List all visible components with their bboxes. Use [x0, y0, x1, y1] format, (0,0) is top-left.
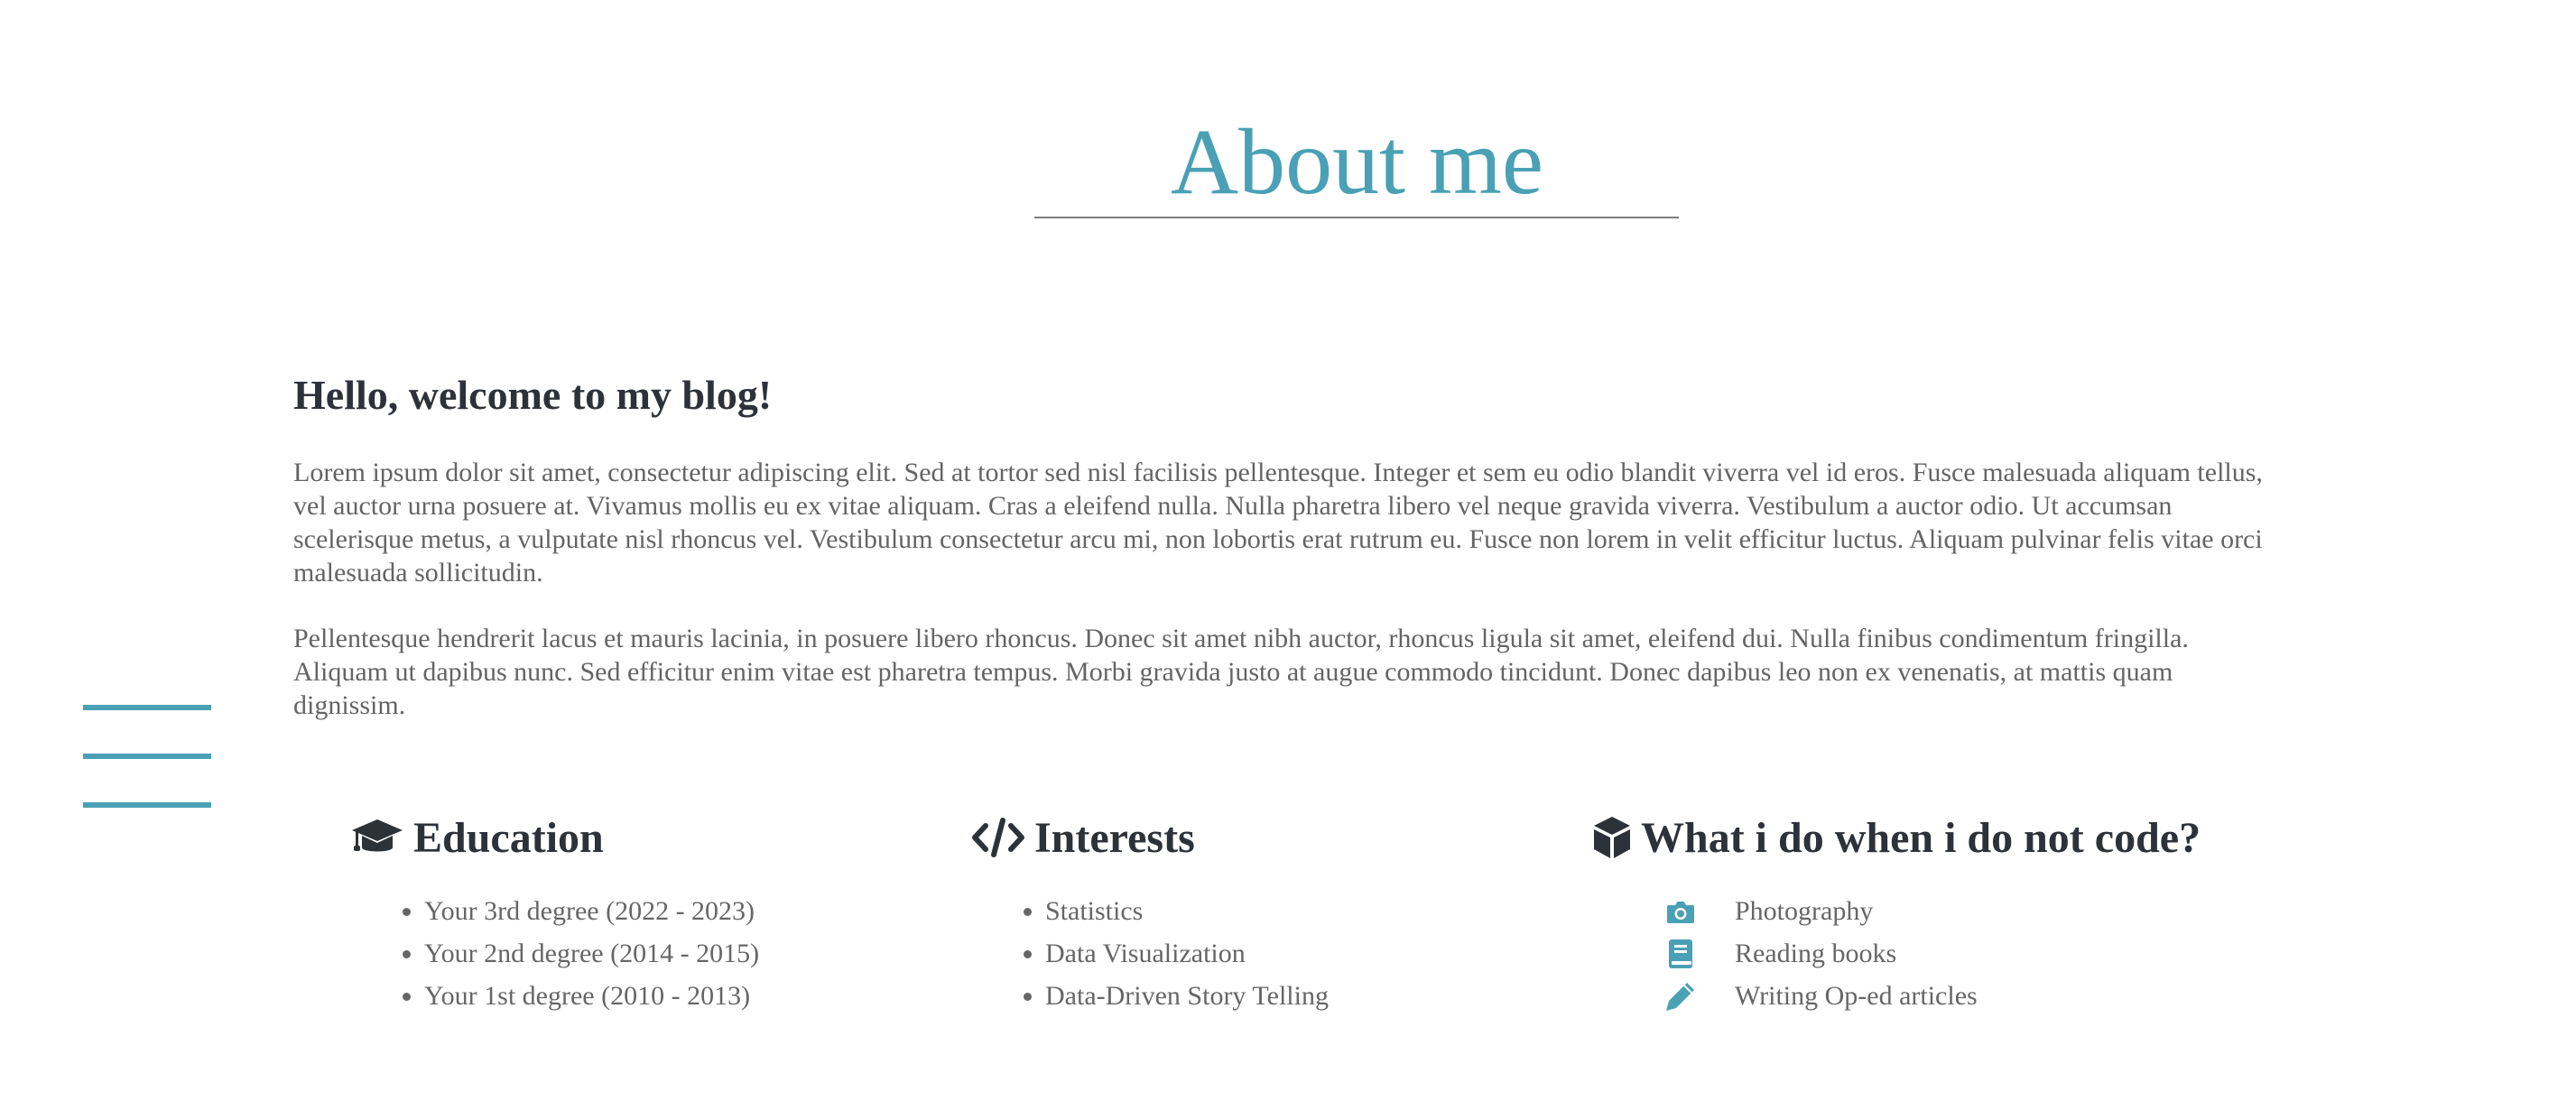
interests-title: Interests: [1034, 813, 1195, 862]
intro-paragraph: Lorem ipsum dolor sit amet, consectetur …: [293, 458, 2263, 588]
hobby-label: Reading books: [1735, 938, 1897, 968]
hobbies-list: Photography Reading books Writing Op-ed …: [1592, 890, 2201, 1017]
menu-bar-middle: [83, 754, 211, 759]
list-item: Your 2nd degree (2014 - 2015): [424, 932, 759, 975]
list-item: Data-Driven Story Telling: [1045, 975, 1329, 1017]
list-item: Photography: [1664, 890, 2201, 932]
hamburger-menu-icon[interactable]: [83, 705, 213, 813]
menu-bar-bottom: [83, 802, 211, 808]
pencil-icon: [1664, 981, 1697, 1012]
hobby-label: Writing Op-ed articles: [1735, 980, 1978, 1011]
list-item: Your 3rd degree (2022 - 2023): [424, 890, 759, 932]
book-icon: [1664, 939, 1697, 969]
menu-bar-top: [83, 705, 211, 710]
page-title: About me: [1170, 110, 1544, 214]
page-title-wrap: About me: [1034, 116, 1680, 209]
education-section: Education Your 3rd degree (2022 - 2023) …: [350, 809, 759, 1017]
list-item: Data Visualization: [1045, 932, 1329, 975]
camera-icon: [1664, 899, 1697, 924]
list-item: Writing Op-ed articles: [1664, 975, 2201, 1017]
intro-section: Hello, welcome to my blog! Lorem ipsum d…: [293, 370, 2270, 754]
list-item: Your 1st degree (2010 - 2013): [424, 975, 759, 1017]
interests-header: Interests: [971, 809, 1329, 866]
welcome-heading: Hello, welcome to my blog!: [293, 372, 773, 418]
list-item: Reading books: [1664, 932, 2201, 975]
education-list: Your 3rd degree (2022 - 2023) Your 2nd d…: [350, 890, 759, 1017]
hobby-label: Photography: [1735, 895, 1874, 926]
graduation-cap-icon: [350, 818, 404, 857]
intro-paragraph: Pellentesque hendrerit lacus et mauris l…: [293, 624, 2189, 721]
education-header: Education: [350, 809, 759, 866]
code-icon: [971, 817, 1025, 858]
interests-list: Statistics Data Visualization Data-Drive…: [971, 890, 1329, 1017]
cube-icon: [1592, 815, 1632, 860]
hobbies-header: What i do when i do not code?: [1592, 809, 2201, 866]
title-underline: [1034, 217, 1679, 218]
interests-section: Interests Statistics Data Visualization …: [971, 809, 1329, 1017]
page: About me Hello, welcome to my blog! Lore…: [0, 0, 2576, 1101]
education-title: Education: [413, 813, 604, 862]
hobbies-title: What i do when i do not code?: [1641, 813, 2201, 862]
list-item: Statistics: [1045, 890, 1329, 932]
hobbies-section: What i do when i do not code? Photograph…: [1592, 809, 2201, 1017]
